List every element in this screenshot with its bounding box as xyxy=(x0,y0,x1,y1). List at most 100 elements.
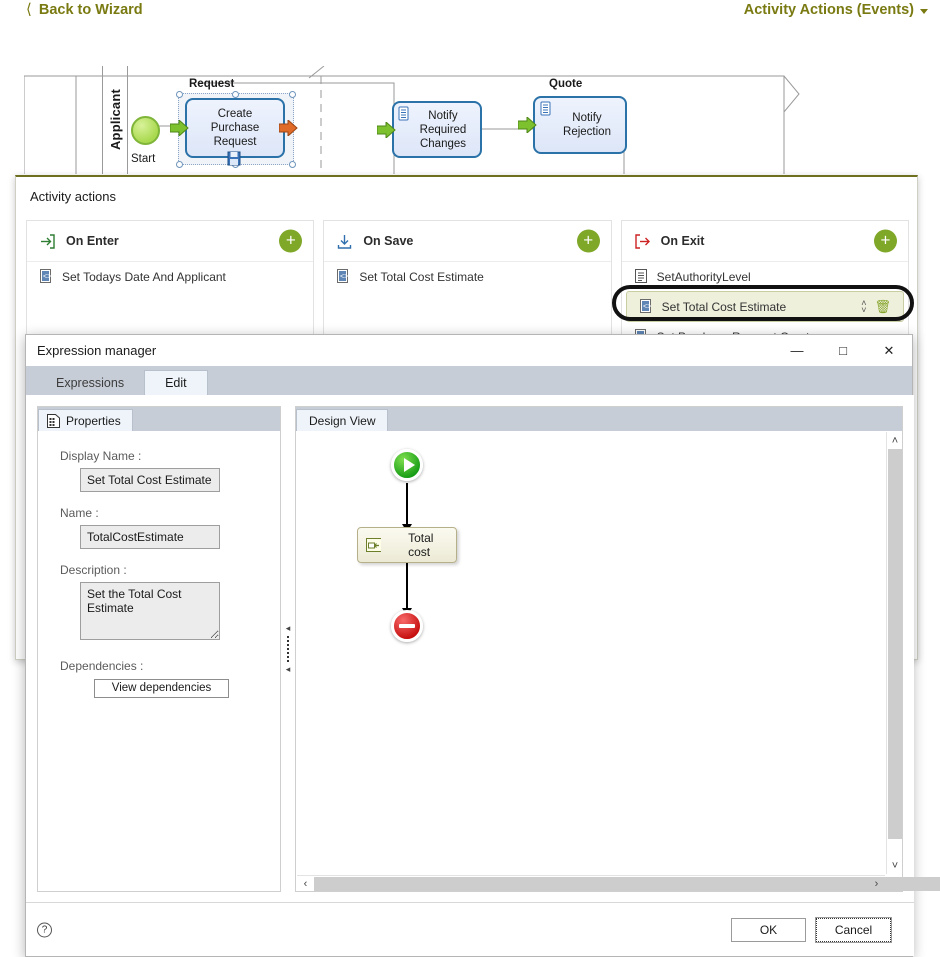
group-label-request: Request xyxy=(189,78,235,90)
properties-form: Display Name : Name : Description : Set … xyxy=(38,431,280,698)
view-dependencies-button[interactable]: View dependencies xyxy=(94,678,229,698)
tab-properties[interactable]: Properties xyxy=(38,409,133,431)
task-label-line3: Request xyxy=(213,136,257,148)
list-item-label: Set Todays Date And Applicant xyxy=(62,269,226,284)
reorder-spinner[interactable]: ˄ ˅ xyxy=(861,298,866,314)
svg-text:<>: <> xyxy=(43,274,51,281)
svg-text:<>: <> xyxy=(643,304,651,311)
chevron-left-icon: ⟨ xyxy=(26,1,32,18)
task3-label-line1: Notify xyxy=(572,112,602,124)
list-item-label: Set Total Cost Estimate xyxy=(661,299,787,314)
column-on-save-header: On Save + xyxy=(324,221,611,262)
minimize-icon[interactable]: — xyxy=(774,335,820,366)
scroll-left-button[interactable]: ‹ xyxy=(297,876,314,892)
window-buttons: — □ ✕ xyxy=(774,335,912,366)
list-item-selected[interactable]: <> Set Total Cost Estimate ˄ ˅ 🗑 xyxy=(625,291,904,322)
lane-applicant: Applicant xyxy=(102,66,128,174)
start-event-node[interactable] xyxy=(131,116,160,145)
save-download-icon xyxy=(338,234,352,249)
flow-activity-node-total-cost[interactable]: Total cost xyxy=(357,527,457,563)
tab-edit[interactable]: Edit xyxy=(144,370,208,395)
collapse-left-icon-2[interactable]: ◂ xyxy=(286,665,291,674)
design-canvas[interactable]: Total cost xyxy=(297,432,885,874)
lane-applicant-label: Applicant xyxy=(107,89,123,151)
screen-root: ⟨ Back to Wizard Activity Actions (Event… xyxy=(0,0,940,957)
trash-icon[interactable]: 🗑 xyxy=(874,299,891,315)
help-question-icon[interactable]: ? xyxy=(37,922,52,937)
properties-panel: Properties Display Name : Name : Descrip… xyxy=(37,406,281,892)
scroll-right-button[interactable]: › xyxy=(868,876,885,892)
task3-document-icon xyxy=(540,101,551,116)
assign-variable-icon xyxy=(366,538,382,552)
resize-handle-nw[interactable] xyxy=(176,91,183,98)
back-to-wizard-label: Back to Wizard xyxy=(38,2,143,18)
add-on-save-action-button[interactable]: + xyxy=(576,229,600,253)
list-item[interactable]: SetAuthorityLevel xyxy=(622,262,908,291)
connector-start-to-task xyxy=(406,483,408,527)
horizontal-scroll-thumb[interactable] xyxy=(314,877,940,891)
design-horizontal-scrollbar[interactable]: ‹ › xyxy=(297,875,940,892)
add-on-enter-action-button[interactable]: + xyxy=(279,229,303,253)
task-label-line1: Create xyxy=(217,108,253,120)
design-view-tabstrip: Design View xyxy=(296,407,902,431)
task2-label-line1: Notify xyxy=(428,109,458,122)
group-label-quote: Quote xyxy=(549,78,583,90)
resize-handle-sw[interactable] xyxy=(176,161,183,168)
display-name-field[interactable] xyxy=(80,468,220,492)
task2-document-icon xyxy=(398,106,409,121)
bpmn-diagram[interactable]: Applicant Request Quote Start Create Pur… xyxy=(24,66,816,174)
resize-handle-n[interactable] xyxy=(232,91,239,98)
collapse-left-icon[interactable]: ◂ xyxy=(286,624,291,633)
panel-splitter[interactable]: ◂ ◂ xyxy=(281,406,295,892)
task1-out-arrow-icon xyxy=(279,120,298,136)
design-vertical-scrollbar[interactable]: ˄ ˅ xyxy=(886,432,902,874)
task2-in-arrow-icon xyxy=(377,122,396,138)
ok-button[interactable]: OK xyxy=(731,917,806,942)
splitter-grip-icon xyxy=(287,636,289,662)
name-label: Name : xyxy=(60,506,99,520)
resize-handle-se[interactable] xyxy=(289,161,296,168)
description-field[interactable]: Set the Total Cost Estimate xyxy=(80,582,220,640)
flow-start-node[interactable] xyxy=(391,449,423,481)
tab-expressions[interactable]: Expressions xyxy=(36,370,144,395)
exit-arrow-icon xyxy=(634,233,650,249)
display-name-label: Display Name : xyxy=(60,449,142,463)
task-create-purchase-request[interactable]: Create Purchase Request xyxy=(185,98,285,158)
list-item[interactable]: <> Set Todays Date And Applicant xyxy=(27,262,313,291)
list-item-label: SetAuthorityLevel xyxy=(656,269,751,284)
scroll-down-button[interactable]: ˅ xyxy=(887,857,903,874)
activity-actions-events-menu[interactable]: Activity Actions (Events) xyxy=(744,0,928,20)
start-event-label: Start xyxy=(131,153,156,165)
close-icon[interactable]: ✕ xyxy=(866,335,912,366)
properties-tabstrip: Properties xyxy=(38,407,280,431)
vertical-scroll-thumb[interactable] xyxy=(888,449,902,839)
tab-properties-label: Properties xyxy=(66,413,121,428)
flow-end-node[interactable] xyxy=(391,610,423,642)
expression-icon: <> xyxy=(337,269,349,283)
scroll-up-button[interactable]: ˄ xyxy=(887,432,903,449)
enter-arrow-icon xyxy=(41,233,55,249)
list-item[interactable]: <> Set Total Cost Estimate xyxy=(324,262,610,291)
dialog-title: Expression manager xyxy=(37,343,157,358)
description-label: Description : xyxy=(60,563,127,577)
dialog-title-bar: Expression manager — □ ✕ xyxy=(26,335,912,366)
name-field[interactable] xyxy=(80,525,220,549)
column-on-exit-header: On Exit + xyxy=(621,221,908,262)
row-controls: ˄ ˅ 🗑 xyxy=(861,298,891,315)
design-view-panel: Design View Total cost ˄ ˅ ‹ › xyxy=(295,406,940,892)
task-label-line2: Purchase xyxy=(210,122,260,134)
move-down-icon[interactable]: ˅ xyxy=(861,305,866,314)
dialog-body: Properties Display Name : Name : Descrip… xyxy=(26,395,940,903)
connector-task-to-end xyxy=(406,563,408,611)
tab-design-view[interactable]: Design View xyxy=(296,409,389,431)
maximize-icon[interactable]: □ xyxy=(820,335,866,366)
dialog-footer: ? OK Cancel xyxy=(26,902,914,956)
activity-actions-events-label: Activity Actions (Events) xyxy=(743,2,914,18)
svg-text:<>: <> xyxy=(340,274,348,281)
cancel-button[interactable]: Cancel xyxy=(815,916,892,943)
column-on-enter-title: On Enter xyxy=(66,234,119,248)
resize-handle-ne[interactable] xyxy=(289,91,296,98)
add-on-exit-action-button[interactable]: + xyxy=(873,229,897,253)
back-to-wizard-link[interactable]: ⟨ Back to Wizard xyxy=(26,0,143,20)
script-icon xyxy=(634,269,647,283)
